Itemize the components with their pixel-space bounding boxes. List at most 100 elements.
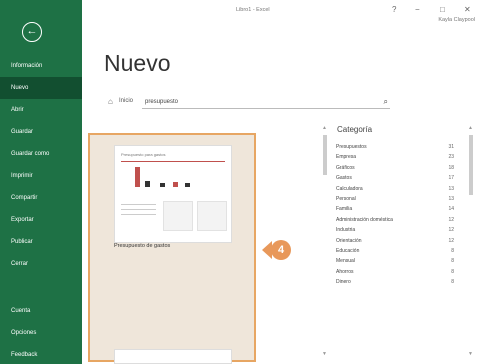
account-name[interactable]: Kayla Claypool bbox=[438, 17, 475, 23]
category-item-empresa[interactable]: Empresa 23 bbox=[336, 152, 462, 162]
thumbnail-divider bbox=[121, 161, 225, 162]
sidebar-item-nuevo[interactable]: Nuevo bbox=[0, 77, 82, 99]
category-name: Empresa bbox=[336, 154, 357, 161]
template-results-panel: Presupuesto para gastos Presupuesto de g… bbox=[88, 133, 256, 364]
category-item-calculadora[interactable]: Calculadora 13 bbox=[336, 184, 462, 194]
category-count: 12 bbox=[448, 227, 454, 234]
category-count: 18 bbox=[448, 164, 454, 171]
category-count: 8 bbox=[451, 258, 454, 265]
category-count: 13 bbox=[448, 195, 454, 202]
category-pane: Categoría Presupuestos 31 Empresa 23 Gráfi… bbox=[336, 125, 462, 287]
thumbnail-bar bbox=[135, 167, 140, 187]
thumbnail-row bbox=[121, 214, 156, 215]
category-item-presupuestos[interactable]: Presupuestos 31 bbox=[336, 142, 462, 152]
category-item-industria[interactable]: Industria 12 bbox=[336, 225, 462, 235]
window-title: Libro1 - Excel bbox=[236, 7, 270, 13]
category-count: 14 bbox=[448, 206, 454, 213]
start-label[interactable]: Inicio bbox=[119, 98, 133, 104]
category-name: Dinero bbox=[336, 279, 351, 286]
home-icon[interactable]: ⌂ bbox=[108, 97, 113, 106]
category-name: Personal bbox=[336, 195, 356, 202]
sidebar-item-compartir[interactable]: Compartir bbox=[0, 187, 82, 209]
sidebar-item-cerrar[interactable]: Cerrar bbox=[0, 253, 82, 275]
category-count: 8 bbox=[451, 247, 454, 254]
thumbnail-bar bbox=[173, 182, 178, 187]
scroll-down-icon[interactable]: ▼ bbox=[322, 351, 327, 357]
category-name: Gastos bbox=[336, 175, 352, 182]
category-count: 12 bbox=[448, 216, 454, 223]
category-item-administracion-domestica[interactable]: Administración doméstica 12 bbox=[336, 215, 462, 225]
scroll-up-icon[interactable]: ▲ bbox=[322, 125, 327, 131]
thumbnail-row bbox=[121, 204, 156, 205]
category-name: Gráficos bbox=[336, 164, 355, 171]
category-name: Administración doméstica bbox=[336, 216, 393, 223]
thumbnail-bar bbox=[185, 183, 190, 187]
template-thumbnail[interactable]: Presupuesto para gastos bbox=[114, 145, 232, 243]
template-thumbnail[interactable] bbox=[114, 349, 232, 364]
thumbnail-bar bbox=[160, 183, 165, 187]
category-name: Familia bbox=[336, 206, 353, 213]
category-count: 13 bbox=[448, 185, 454, 192]
category-item-educacion[interactable]: Educación 8 bbox=[336, 246, 462, 256]
category-name: Ahorros bbox=[336, 268, 354, 275]
page-title: Nuevo bbox=[104, 50, 171, 76]
category-count: 31 bbox=[448, 144, 454, 150]
template-caption[interactable]: Presupuesto de gastos bbox=[114, 243, 170, 249]
category-item-familia[interactable]: Familia 14 bbox=[336, 204, 462, 214]
category-item-gastos[interactable]: Gastos 17 bbox=[336, 173, 462, 183]
category-item-dinero[interactable]: Dinero 8 bbox=[336, 277, 462, 287]
scroll-up-icon[interactable]: ▲ bbox=[468, 125, 473, 131]
thumbnail-chart bbox=[163, 201, 193, 231]
excel-backstage: ← Información Nuevo Abrir Guardar Guarda… bbox=[0, 0, 479, 364]
sidebar-item-abrir[interactable]: Abrir bbox=[0, 99, 82, 121]
sidebar-item-guardar-como[interactable]: Guardar como bbox=[0, 143, 82, 165]
scroll-down-icon[interactable]: ▼ bbox=[468, 351, 473, 357]
category-count: 23 bbox=[448, 154, 454, 161]
template-search-row: ⌂ Inicio ⌕ bbox=[108, 96, 390, 109]
sidebar-item-opciones[interactable]: Opciones bbox=[0, 322, 82, 344]
category-item-orientacion[interactable]: Orientación 12 bbox=[336, 236, 462, 246]
category-name: Presupuestos bbox=[336, 144, 367, 150]
minimize-button[interactable]: − bbox=[415, 5, 420, 14]
scroll-thumb[interactable] bbox=[469, 135, 473, 195]
thumbnail-bar bbox=[145, 181, 150, 187]
templates-scrollbar[interactable]: ▲ ▼ bbox=[322, 125, 328, 357]
back-arrow-icon[interactable]: ← bbox=[22, 22, 42, 42]
category-name: Mensual bbox=[336, 258, 355, 265]
category-count: 8 bbox=[451, 279, 454, 286]
category-name: Educación bbox=[336, 247, 360, 254]
category-count: 8 bbox=[451, 268, 454, 275]
sidebar-nav: Información Nuevo Abrir Guardar Guardar … bbox=[0, 55, 82, 275]
category-name: Calculadora bbox=[336, 185, 363, 192]
category-item-graficos[interactable]: Gráficos 18 bbox=[336, 163, 462, 173]
sidebar-nav-bottom: Cuenta Opciones Feedback bbox=[0, 300, 82, 364]
title-bar: Libro1 - Excel ? − □ ✕ Kayla Claypool bbox=[82, 0, 479, 24]
thumbnail-title: Presupuesto para gastos bbox=[121, 152, 166, 157]
category-name: Orientación bbox=[336, 237, 362, 244]
categories-scrollbar[interactable]: ▲ ▼ bbox=[468, 125, 474, 357]
help-icon[interactable]: ? bbox=[392, 5, 396, 14]
step-callout: 4 bbox=[262, 240, 296, 260]
close-button[interactable]: ✕ bbox=[464, 5, 471, 14]
category-item-mensual[interactable]: Mensual 8 bbox=[336, 256, 462, 266]
category-item-ahorros[interactable]: Ahorros 8 bbox=[336, 267, 462, 277]
sidebar-item-cuenta[interactable]: Cuenta bbox=[0, 300, 82, 322]
sidebar-item-exportar[interactable]: Exportar bbox=[0, 209, 82, 231]
thumbnail-row bbox=[121, 209, 156, 210]
template-search-input[interactable] bbox=[142, 96, 390, 109]
category-count: 12 bbox=[448, 237, 454, 244]
restore-button[interactable]: □ bbox=[440, 5, 445, 14]
sidebar-item-informacion[interactable]: Información bbox=[0, 55, 82, 77]
category-name: Industria bbox=[336, 227, 356, 234]
sidebar-item-guardar[interactable]: Guardar bbox=[0, 121, 82, 143]
sidebar-item-feedback[interactable]: Feedback bbox=[0, 344, 82, 364]
search-icon[interactable]: ⌕ bbox=[384, 97, 388, 107]
category-count: 17 bbox=[448, 175, 454, 182]
sidebar-item-publicar[interactable]: Publicar bbox=[0, 231, 82, 253]
category-heading: Categoría bbox=[337, 125, 373, 134]
sidebar-item-imprimir[interactable]: Imprimir bbox=[0, 165, 82, 187]
category-item-personal[interactable]: Personal 13 bbox=[336, 194, 462, 204]
backstage-sidebar: ← Información Nuevo Abrir Guardar Guarda… bbox=[0, 0, 82, 364]
scroll-thumb[interactable] bbox=[323, 135, 327, 175]
thumbnail-chart bbox=[197, 201, 227, 231]
